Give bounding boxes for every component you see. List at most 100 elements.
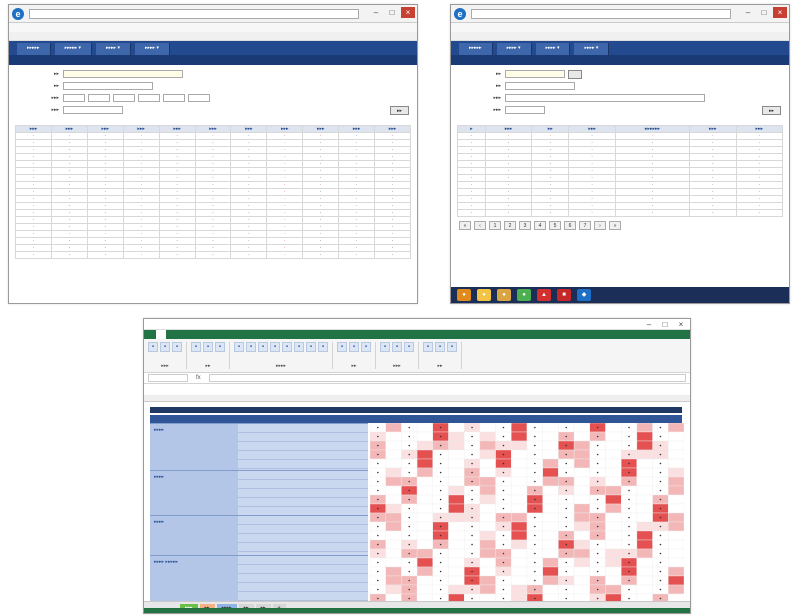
heatmap-cell[interactable] xyxy=(479,431,496,442)
maximize-button[interactable]: □ xyxy=(658,319,672,330)
heatmap-cell[interactable] xyxy=(605,440,622,451)
heatmap-cell[interactable] xyxy=(448,548,465,559)
nav-tab-4[interactable]: ▸▸▸▸ ▾ xyxy=(134,43,170,55)
heatmap-cell[interactable] xyxy=(605,485,622,496)
heatmap-cell[interactable] xyxy=(605,458,622,469)
heatmap-cell[interactable] xyxy=(385,584,402,595)
heatmap-cell[interactable] xyxy=(511,476,528,487)
heatmap-cell[interactable] xyxy=(416,440,433,451)
heatmap-cell[interactable] xyxy=(542,521,559,532)
table-row[interactable]: · · · · · · · · · · · xyxy=(15,153,411,161)
row-subitem[interactable] xyxy=(238,433,368,442)
heatmap-cell[interactable] xyxy=(416,449,433,460)
heatmap-cell[interactable] xyxy=(511,485,528,496)
heatmap-cell[interactable] xyxy=(573,449,591,460)
heatmap-cell[interactable] xyxy=(401,593,418,601)
heatmap-cell[interactable] xyxy=(479,476,496,487)
heatmap-cell[interactable] xyxy=(573,575,591,586)
heatmap-cell[interactable] xyxy=(448,539,465,550)
heatmap-cell[interactable] xyxy=(416,521,433,532)
row-subitem[interactable] xyxy=(238,471,368,480)
heatmap-cell[interactable] xyxy=(605,476,622,487)
row-subitem[interactable] xyxy=(238,534,368,543)
heatmap-cell[interactable] xyxy=(636,494,653,505)
heatmap-cell[interactable] xyxy=(542,548,559,559)
heatmap-cell[interactable] xyxy=(668,557,684,568)
heatmap-cell[interactable] xyxy=(448,476,465,487)
heatmap-cell[interactable] xyxy=(542,494,559,505)
heatmap-cell[interactable] xyxy=(636,566,653,577)
taskbar-app-icon[interactable]: ● xyxy=(497,289,511,301)
form-input[interactable] xyxy=(88,94,110,102)
table-row[interactable]: · · · · · · · · · · · xyxy=(15,195,411,203)
formula-input[interactable] xyxy=(208,374,686,382)
nav-tab-3[interactable]: ▸▸▸▸ ▾ xyxy=(96,43,131,55)
heatmap-cell[interactable] xyxy=(385,566,402,577)
heatmap-cell[interactable] xyxy=(542,593,559,601)
table-row[interactable]: · · · · · · · · · · · xyxy=(15,174,411,182)
heatmap-cell[interactable] xyxy=(416,458,433,469)
nav-tab-2[interactable]: ▸▸▸▸ ▾ xyxy=(496,43,532,55)
heatmap-cell[interactable] xyxy=(416,548,433,559)
heatmap-cell[interactable] xyxy=(605,494,622,505)
table-row[interactable]: · · · · · · · · · · · xyxy=(15,230,411,238)
heatmap-cell[interactable] xyxy=(605,423,622,433)
heatmap-cell[interactable] xyxy=(636,539,653,550)
heatmap-cell[interactable] xyxy=(620,593,638,601)
heatmap-cell[interactable] xyxy=(448,494,465,505)
heatmap-cell[interactable] xyxy=(448,593,465,601)
heatmap-cell[interactable] xyxy=(511,584,528,595)
heatmap-cell[interactable] xyxy=(479,566,496,577)
heatmap-cell[interactable] xyxy=(416,494,433,505)
form-input[interactable] xyxy=(63,82,153,90)
table-row[interactable]: · · · · · · · xyxy=(457,174,784,182)
table-row[interactable]: · · · · · · · · · · · xyxy=(15,223,411,231)
heatmap-cell[interactable] xyxy=(511,548,528,559)
ribbon-button-icon[interactable]: ▪ xyxy=(234,342,244,352)
heatmap-cell[interactable] xyxy=(416,423,433,433)
heatmap-cell[interactable] xyxy=(385,467,402,478)
heatmap-cell[interactable] xyxy=(448,423,465,433)
heatmap-cell[interactable] xyxy=(511,449,528,460)
heatmap-cell[interactable] xyxy=(668,431,684,442)
ribbon-button-icon[interactable]: ▪ xyxy=(423,342,433,352)
form-input[interactable] xyxy=(505,106,545,114)
heatmap-cell[interactable] xyxy=(385,485,402,496)
row-subitem[interactable] xyxy=(238,583,368,592)
heatmap-cell[interactable] xyxy=(448,503,465,514)
heatmap-cell[interactable] xyxy=(479,449,496,460)
table-row[interactable]: · · · · · · · · · · · xyxy=(15,216,411,224)
row-subitem[interactable] xyxy=(238,543,368,552)
nav-tab-1[interactable]: ▸▸▸▸▸ xyxy=(459,43,493,55)
heatmap-cell[interactable] xyxy=(636,431,653,442)
heatmap-cell[interactable] xyxy=(416,512,433,523)
heatmap-cell[interactable] xyxy=(416,593,433,601)
heatmap-cell[interactable] xyxy=(636,575,653,586)
form-input[interactable] xyxy=(63,106,123,114)
heatmap-cell[interactable] xyxy=(526,593,543,601)
table-row[interactable]: · · · · · · · · · · · xyxy=(15,181,411,189)
heatmap-cell[interactable] xyxy=(479,557,496,568)
ribbon-button-icon[interactable]: ▪ xyxy=(337,342,347,352)
ribbon-button-icon[interactable]: ▪ xyxy=(203,342,213,352)
heatmap-cell[interactable] xyxy=(542,458,559,469)
minimize-button[interactable]: – xyxy=(741,7,755,18)
heatmap-cell[interactable] xyxy=(479,503,496,514)
heatmap-cell[interactable] xyxy=(542,467,559,478)
table-row[interactable]: · · · · · · · · · · · xyxy=(15,139,411,147)
heatmap-cell[interactable] xyxy=(636,548,653,559)
heatmap-cell[interactable] xyxy=(479,423,496,433)
heatmap-cell[interactable] xyxy=(385,575,402,586)
row-subitem[interactable] xyxy=(238,556,368,565)
heatmap-cell[interactable] xyxy=(542,485,559,496)
address-bar[interactable] xyxy=(471,9,731,19)
maximize-button[interactable]: □ xyxy=(757,7,771,18)
form-input[interactable] xyxy=(505,70,565,78)
heatmap-cell[interactable] xyxy=(542,476,559,487)
heatmap-cell[interactable] xyxy=(448,440,465,451)
heatmap-cell[interactable] xyxy=(668,476,684,487)
heatmap-cell[interactable] xyxy=(636,467,653,478)
heatmap-cell[interactable] xyxy=(542,512,559,523)
address-bar[interactable] xyxy=(29,9,359,19)
heatmap-cell[interactable] xyxy=(511,575,528,586)
